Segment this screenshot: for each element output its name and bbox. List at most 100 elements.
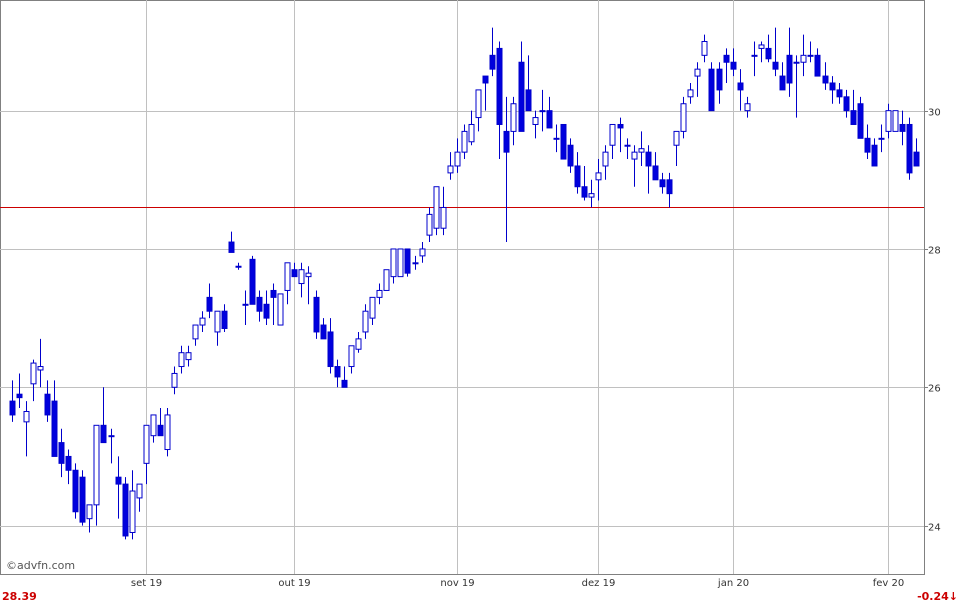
candle-body xyxy=(468,123,475,143)
candle-body xyxy=(440,206,447,229)
candle-body xyxy=(454,151,461,167)
candle-body xyxy=(885,110,892,132)
candle-body xyxy=(9,400,16,416)
candle-body xyxy=(235,265,242,268)
candle-body xyxy=(836,89,843,98)
candle-body xyxy=(270,289,277,298)
candle-body xyxy=(716,68,723,91)
candle-body xyxy=(624,144,631,147)
candle-body xyxy=(673,130,680,146)
candle-body xyxy=(581,186,588,198)
candle-body xyxy=(185,352,192,361)
candle-body xyxy=(86,504,93,520)
candle-body xyxy=(16,393,23,399)
candle-body xyxy=(108,435,115,438)
change-indicator: -0.24↓ xyxy=(917,590,958,603)
candle-body xyxy=(857,103,864,139)
candle xyxy=(433,186,440,236)
candle-body xyxy=(461,130,468,153)
candle-body xyxy=(553,137,560,140)
candle-body xyxy=(51,400,58,457)
candle-body xyxy=(772,61,779,70)
candle-body xyxy=(822,75,829,84)
candle-body xyxy=(298,269,305,285)
candle-body xyxy=(878,137,885,140)
candle-body xyxy=(44,393,51,416)
candle-body xyxy=(397,248,404,278)
candle-body xyxy=(214,310,221,333)
candle-body xyxy=(793,61,800,64)
down-arrow-icon: ↓ xyxy=(948,590,958,603)
candle-body xyxy=(814,54,821,77)
candle-body xyxy=(157,424,164,437)
candle-body xyxy=(892,110,899,132)
candle-body xyxy=(305,272,312,278)
candle-body xyxy=(680,103,687,132)
candle xyxy=(313,290,320,339)
candle-body xyxy=(899,123,906,132)
candle-body xyxy=(864,137,871,153)
candle-body xyxy=(510,103,517,132)
y-axis: 24 26 28 30 xyxy=(924,108,941,534)
candle-body xyxy=(376,289,383,298)
candle-body xyxy=(638,148,645,153)
candle-body xyxy=(602,151,609,167)
candle-body xyxy=(666,179,673,195)
candle-body xyxy=(489,54,496,70)
candle-body xyxy=(313,296,320,333)
x-tick-label: jan 20 xyxy=(717,578,749,589)
candle-body xyxy=(631,151,638,160)
candle-body xyxy=(779,75,786,91)
candle-body xyxy=(37,366,44,371)
candle-body xyxy=(404,248,411,274)
candle-body xyxy=(807,54,814,57)
candle-body xyxy=(539,110,546,113)
candle xyxy=(122,477,129,540)
candle-body xyxy=(136,483,143,499)
y-tick-label: 26 xyxy=(928,384,941,395)
x-tick-label: set 19 xyxy=(131,578,162,589)
candle-body xyxy=(390,248,397,278)
candle xyxy=(397,248,404,278)
candle-body xyxy=(850,110,857,125)
candle-body xyxy=(609,123,616,146)
candle-body xyxy=(178,352,185,368)
candle-body xyxy=(419,248,426,257)
candle-body xyxy=(256,296,263,312)
candle xyxy=(906,117,913,180)
candle-body xyxy=(574,165,581,188)
candle xyxy=(892,110,899,132)
candle xyxy=(560,123,567,160)
candle-body xyxy=(206,296,213,312)
candle-body xyxy=(221,310,228,329)
candle-body xyxy=(617,123,624,129)
candle-body xyxy=(595,172,602,181)
candle-body xyxy=(701,40,708,56)
candle-body xyxy=(58,442,65,464)
stock-candlestick-chart: 24 26 28 30 set 19 out 19 nov 19 dez 19 jan 20 f… xyxy=(0,0,941,589)
candle-body xyxy=(786,54,793,84)
candle-body xyxy=(228,241,235,253)
candle-body xyxy=(355,338,362,350)
candle-body xyxy=(525,89,532,112)
candle-body xyxy=(284,262,291,291)
candle-body xyxy=(143,424,150,464)
candle-body xyxy=(249,258,256,305)
candle-body xyxy=(433,186,440,229)
watermark-text: ©advfn.com xyxy=(6,559,75,572)
candle-body xyxy=(546,110,553,129)
candle-body xyxy=(475,89,482,119)
candle-body xyxy=(482,75,489,84)
candle-body xyxy=(263,303,270,319)
candle-body xyxy=(447,165,454,174)
candle-body xyxy=(383,269,390,291)
candle-body xyxy=(341,379,348,388)
candle-body xyxy=(906,123,913,174)
y-tick-label: 24 xyxy=(928,523,941,534)
y-tick-label: 28 xyxy=(928,246,941,257)
candle-body xyxy=(758,44,765,49)
candle xyxy=(249,255,256,305)
candle-body xyxy=(192,324,199,340)
candle xyxy=(79,470,86,526)
candle-body xyxy=(694,68,701,77)
